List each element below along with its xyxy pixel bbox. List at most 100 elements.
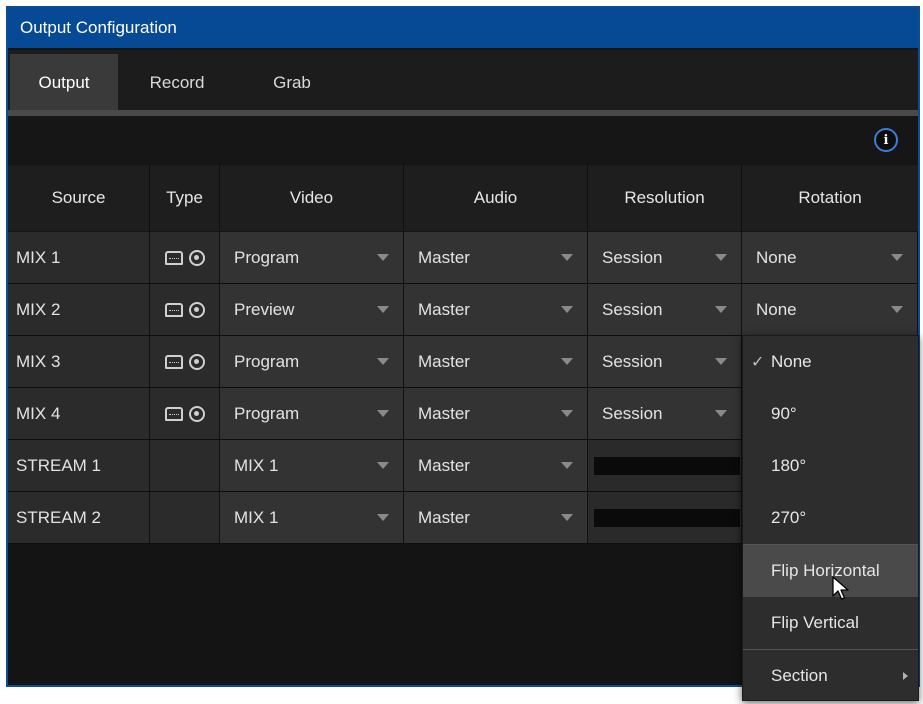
output-device-icon (164, 302, 183, 317)
source-label: MIX 1 (8, 232, 150, 283)
window-title: Output Configuration (20, 18, 177, 37)
type-cell (150, 232, 220, 283)
chevron-down-icon (377, 358, 389, 365)
menu-item-none[interactable]: ✓ None (743, 336, 918, 388)
audio-value: Master (418, 507, 470, 527)
video-select[interactable]: Program (220, 232, 404, 283)
chevron-down-icon (715, 358, 727, 365)
info-icon[interactable]: i (874, 128, 898, 152)
menu-item-label: 90° (771, 404, 797, 423)
video-select[interactable]: Program (220, 336, 404, 387)
chevron-down-icon (377, 306, 389, 313)
table-row: MIX 1 Program Master Session None (8, 232, 918, 284)
mouse-cursor-icon (832, 576, 849, 600)
tab-output[interactable]: Output (10, 54, 118, 112)
chevron-down-icon (561, 306, 573, 313)
video-value: MIX 1 (234, 455, 279, 475)
chevron-down-icon (377, 410, 389, 417)
tab-record[interactable]: Record (118, 54, 236, 112)
resolution-placeholder-bar (594, 456, 740, 475)
video-value: Program (234, 351, 300, 371)
video-value: MIX 1 (234, 507, 279, 527)
audio-value: Master (418, 299, 470, 319)
type-cell (150, 492, 220, 543)
record-target-icon (188, 249, 205, 266)
type-cell (150, 336, 220, 387)
menu-item-label: Flip Horizontal (771, 561, 880, 580)
tab-grab[interactable]: Grab (236, 54, 348, 112)
resolution-cell (588, 492, 742, 543)
resolution-cell (588, 440, 742, 491)
header-video: Video (220, 165, 404, 231)
audio-select[interactable]: Master (404, 284, 588, 335)
output-device-icon (164, 250, 183, 265)
audio-select[interactable]: Master (404, 232, 588, 283)
header-source: Source (8, 165, 150, 231)
resolution-select[interactable]: Session (588, 284, 742, 335)
info-bar: i (8, 116, 918, 164)
record-target-icon (188, 353, 205, 370)
resolution-select[interactable]: Session (588, 336, 742, 387)
header-resolution: Resolution (588, 165, 742, 231)
menu-item-flip-horizontal[interactable]: Flip Horizontal (743, 545, 918, 597)
chevron-down-icon (561, 462, 573, 469)
menu-item-270[interactable]: 270° (743, 492, 918, 544)
video-select[interactable]: MIX 1 (220, 492, 404, 543)
tab-bar: Output Record Grab (8, 50, 918, 112)
type-cell (150, 440, 220, 491)
chevron-down-icon (377, 462, 389, 469)
source-label: STREAM 2 (8, 492, 150, 543)
menu-item-flip-vertical[interactable]: Flip Vertical (743, 597, 918, 649)
video-select[interactable]: Preview (220, 284, 404, 335)
rotation-value: None (756, 299, 797, 319)
rotation-select[interactable]: None (742, 232, 918, 283)
resolution-select[interactable]: Session (588, 232, 742, 283)
output-device-icon (164, 406, 183, 421)
grid-header: Source Type Video Audio Resolution Rotat… (8, 165, 918, 231)
chevron-down-icon (377, 514, 389, 521)
chevron-down-icon (715, 306, 727, 313)
audio-select[interactable]: Master (404, 440, 588, 491)
type-cell (150, 388, 220, 439)
menu-item-section[interactable]: Section (743, 650, 918, 702)
menu-item-label: Flip Vertical (771, 613, 859, 632)
menu-item-label: 180° (771, 456, 807, 475)
resolution-value: Session (602, 351, 663, 371)
source-label: MIX 4 (8, 388, 150, 439)
table-row: MIX 2 Preview Master Session None (8, 284, 918, 336)
header-audio: Audio (404, 165, 588, 231)
audio-select[interactable]: Master (404, 492, 588, 543)
audio-value: Master (418, 455, 470, 475)
resolution-select[interactable]: Session (588, 388, 742, 439)
video-value: Program (234, 247, 300, 267)
audio-value: Master (418, 351, 470, 371)
source-label: STREAM 1 (8, 440, 150, 491)
resolution-value: Session (602, 299, 663, 319)
menu-item-label: None (771, 352, 812, 371)
chevron-down-icon (891, 306, 903, 313)
record-target-icon (188, 405, 205, 422)
menu-item-label: Section (771, 666, 828, 685)
video-value: Program (234, 403, 300, 423)
chevron-down-icon (377, 254, 389, 261)
menu-item-90[interactable]: 90° (743, 388, 918, 440)
resolution-value: Session (602, 247, 663, 267)
audio-select[interactable]: Master (404, 388, 588, 439)
chevron-down-icon (561, 410, 573, 417)
record-target-icon (188, 301, 205, 318)
video-select[interactable]: Program (220, 388, 404, 439)
video-value: Preview (234, 299, 295, 319)
audio-value: Master (418, 403, 470, 423)
chevron-down-icon (561, 358, 573, 365)
rotation-value: None (756, 247, 797, 267)
menu-item-180[interactable]: 180° (743, 440, 918, 492)
source-label: MIX 3 (8, 336, 150, 387)
output-device-icon (164, 354, 183, 369)
title-bar: Output Configuration (8, 8, 918, 48)
video-select[interactable]: MIX 1 (220, 440, 404, 491)
menu-item-label: 270° (771, 508, 807, 527)
rotation-select[interactable]: None (742, 284, 918, 335)
audio-select[interactable]: Master (404, 336, 588, 387)
rotation-dropdown-menu: ✓ None 90° 180° 270° Flip Horizontal Fli… (742, 335, 919, 701)
header-type: Type (150, 165, 220, 231)
